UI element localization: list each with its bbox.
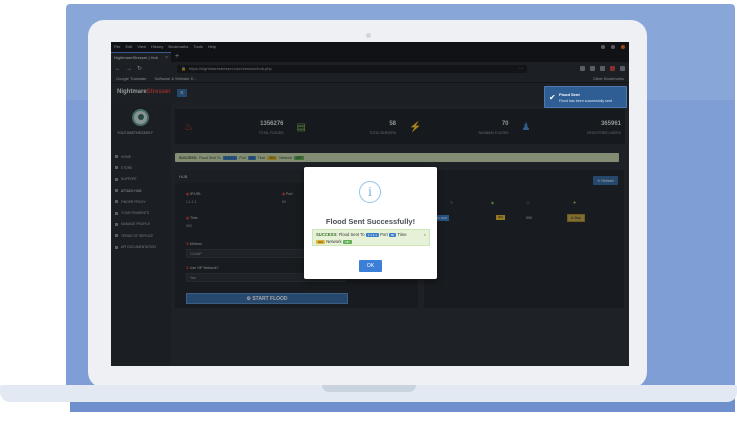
modal-port-badge: 80 (388, 233, 397, 237)
check-icon: ✔ (549, 93, 556, 102)
modal-title: Flood Sent Successfully! (325, 217, 416, 226)
close-icon[interactable]: × (424, 232, 426, 239)
modal-message: SUCCESS: Flood Sent To 1.1.1.1 Port 80 T… (312, 229, 430, 246)
modal-msg-text: Time (397, 232, 407, 237)
modal-msg-text: Network (326, 238, 342, 244)
laptop-notch (322, 385, 416, 392)
toast-title: Flood Sent (559, 92, 580, 97)
toast-notification[interactable]: ✔ Flood Sent Flood has been successfully… (544, 86, 627, 108)
toast-message: Flood has been successfully sent (559, 99, 612, 103)
info-icon: i (359, 181, 381, 203)
modal-msg-text: Flood Sent To (338, 232, 365, 237)
modal-msg-prefix: SUCCESS: (316, 232, 338, 237)
modal-network-badge: VIP (342, 239, 352, 244)
modal-time-badge: 300 (316, 239, 326, 244)
modal-ip-badge: 1.1.1.1 (365, 233, 379, 237)
success-modal: i Flood Sent Successfully! SUCCESS: Floo… (304, 167, 437, 279)
ok-button[interactable]: OK (359, 260, 382, 272)
camera (366, 33, 371, 38)
modal-msg-text: Port (380, 232, 388, 237)
screen: File Edit View History Bookmarks Tools H… (111, 42, 629, 366)
